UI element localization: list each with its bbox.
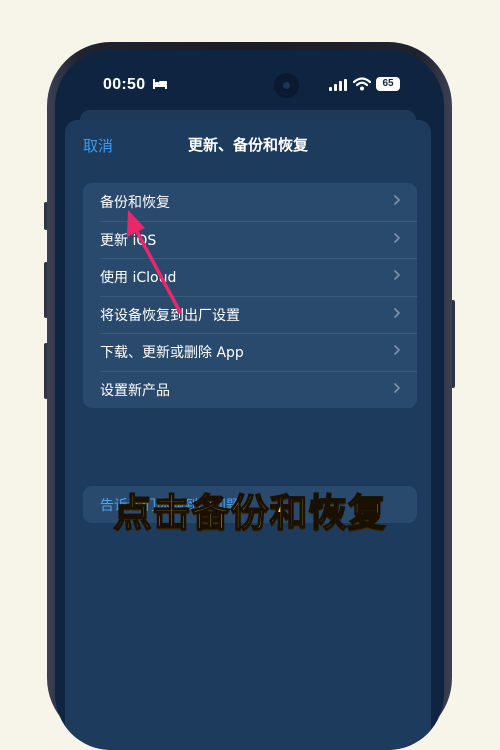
wifi-icon xyxy=(353,77,371,91)
dynamic-island xyxy=(274,73,299,98)
bed-icon xyxy=(153,79,167,89)
cellular-signal-icon xyxy=(329,79,347,91)
menu-item-backup-restore[interactable]: 备份和恢复 xyxy=(83,183,417,221)
menu-item-label: 将设备恢复到出厂设置 xyxy=(100,307,240,324)
status-time: 00:50 xyxy=(103,76,146,93)
menu-item-label: 备份和恢复 xyxy=(100,195,170,211)
menu-item-label: 更新 iOS xyxy=(100,232,157,249)
chevron-right-icon xyxy=(394,232,400,243)
menu-item-use-icloud[interactable]: 使用 iCloud xyxy=(83,258,417,296)
chevron-right-icon xyxy=(394,270,400,280)
menu-item-label: 使用 iCloud xyxy=(100,270,177,286)
tutorial-caption: 点击备份和恢复 xyxy=(113,490,387,536)
settings-menu: 备份和恢复 更新 iOS 使用 iCloud 将设备恢复到出厂设置 下载、更新或… xyxy=(83,183,417,408)
chevron-right-icon xyxy=(394,382,400,393)
menu-item-manage-apps[interactable]: 下载、更新或删除 App xyxy=(83,333,417,371)
chevron-right-icon xyxy=(394,307,400,318)
chevron-right-icon xyxy=(394,195,400,205)
phone-screen: 00:50 65 取消 更新、备份和恢复 备份和恢复 更新 iOS 使用 iCl… xyxy=(55,50,444,750)
menu-item-factory-reset[interactable]: 将设备恢复到出厂设置 xyxy=(83,295,417,334)
battery-indicator: 65 xyxy=(376,77,400,91)
menu-item-setup-new-product[interactable]: 设置新产品 xyxy=(83,370,417,409)
modal-sheet: 取消 更新、备份和恢复 备份和恢复 更新 iOS 使用 iCloud 将设备恢复… xyxy=(65,120,431,750)
menu-item-label: 设置新产品 xyxy=(100,382,170,399)
chevron-right-icon xyxy=(394,345,400,355)
menu-item-label: 下载、更新或删除 App xyxy=(100,345,244,361)
page-title: 更新、备份和恢复 xyxy=(187,136,308,154)
menu-item-update-ios[interactable]: 更新 iOS xyxy=(83,220,417,259)
status-bar: 00:50 65 xyxy=(55,50,444,110)
